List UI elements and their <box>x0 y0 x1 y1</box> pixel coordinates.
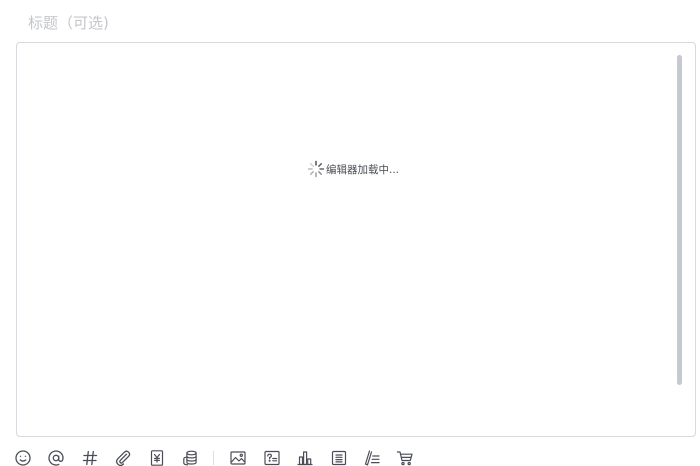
coins-button[interactable] <box>179 448 201 466</box>
question-icon <box>264 450 280 466</box>
document-icon <box>331 450 346 466</box>
question-button[interactable] <box>261 448 283 466</box>
hashtag-icon <box>82 450 97 466</box>
chart-button[interactable] <box>294 448 316 466</box>
editor-area[interactable]: 编辑器加载中... <box>16 42 696 437</box>
loading-text: 编辑器加载中... <box>326 163 400 176</box>
mention-button[interactable] <box>45 448 67 466</box>
chart-icon <box>297 451 313 466</box>
attachment-button[interactable] <box>112 448 134 466</box>
editor-toolbar <box>12 447 428 466</box>
paid-content-icon <box>150 450 163 466</box>
cart-button[interactable] <box>394 448 416 466</box>
toolbar-divider <box>213 451 215 465</box>
hashtag-button[interactable] <box>79 448 101 466</box>
post-editor-page: 编辑器加载中... <box>0 0 700 466</box>
document-button[interactable] <box>328 448 350 466</box>
paid-content-button[interactable] <box>146 448 168 466</box>
editor-scrollbar[interactable] <box>677 55 682 385</box>
pen-list-button[interactable] <box>361 448 383 466</box>
cart-icon <box>397 451 413 466</box>
emoji-icon <box>15 450 31 466</box>
coins-icon <box>183 450 197 466</box>
spinner-icon <box>307 160 325 178</box>
loading-indicator: 编辑器加载中... <box>307 160 399 178</box>
pen-list-icon <box>364 450 380 466</box>
title-input[interactable] <box>16 8 676 38</box>
emoji-button[interactable] <box>12 448 34 466</box>
mention-icon <box>48 450 65 466</box>
image-button[interactable] <box>227 448 249 466</box>
attachment-icon <box>116 450 131 466</box>
image-icon <box>230 451 246 465</box>
